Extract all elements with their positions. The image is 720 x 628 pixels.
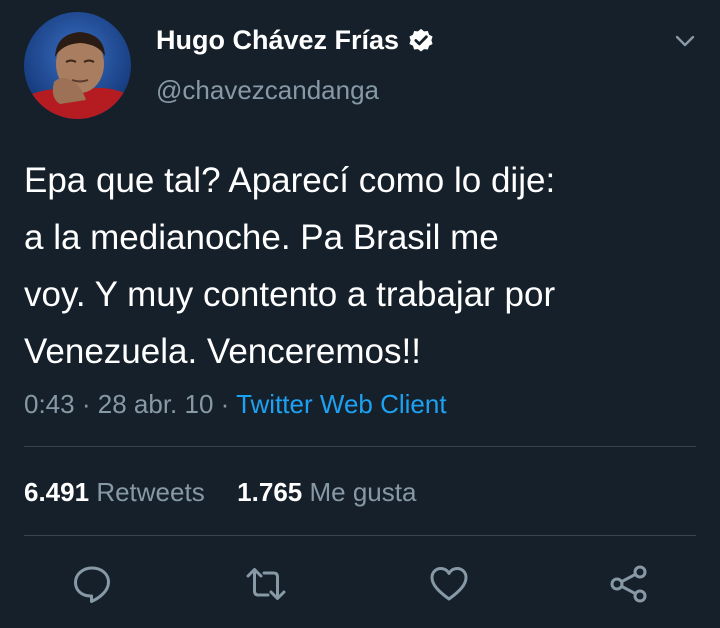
likes-stat[interactable]: 1.765 Me gusta <box>237 477 416 507</box>
reply-button[interactable] <box>71 563 113 605</box>
tweet-meta: 0:43 · 28 abr. 10 · Twitter Web Client <box>24 388 447 420</box>
like-button[interactable] <box>428 563 470 605</box>
chevron-down-icon[interactable] <box>670 26 700 56</box>
profile-photo <box>24 12 131 119</box>
tweet-stats: 6.491 Retweets 1.765 Me gusta <box>24 476 416 508</box>
tweet-text: Epa que tal? Aparecí como lo dije: a la … <box>24 161 556 371</box>
meta-separator: · <box>81 389 91 419</box>
display-name-text: Hugo Chávez Frías <box>156 25 400 55</box>
user-handle[interactable]: @chavezcandanga <box>156 74 379 106</box>
retweet-icon <box>246 568 286 600</box>
heart-icon <box>430 567 468 601</box>
tweet-time[interactable]: 0:43 <box>24 389 75 419</box>
tweet-date[interactable]: 28 abr. 10 <box>98 389 214 419</box>
display-name[interactable]: Hugo Chávez Frías <box>156 24 435 56</box>
verified-badge-icon <box>407 26 435 54</box>
likes-count: 1.765 <box>237 477 303 507</box>
retweets-count: 6.491 <box>24 477 90 507</box>
likes-label: Me gusta <box>309 477 417 507</box>
share-icon <box>610 565 647 603</box>
tweet-client-link[interactable]: Twitter Web Client <box>236 389 446 419</box>
divider <box>24 446 696 447</box>
share-button[interactable] <box>608 563 650 605</box>
avatar[interactable] <box>24 12 131 119</box>
speech-bubble-icon <box>74 566 110 603</box>
retweets-stat[interactable]: 6.491 Retweets <box>24 477 205 507</box>
meta-separator: · <box>220 389 230 419</box>
retweets-label: Retweets <box>96 477 205 507</box>
retweet-button[interactable] <box>245 563 287 605</box>
divider <box>24 535 696 536</box>
